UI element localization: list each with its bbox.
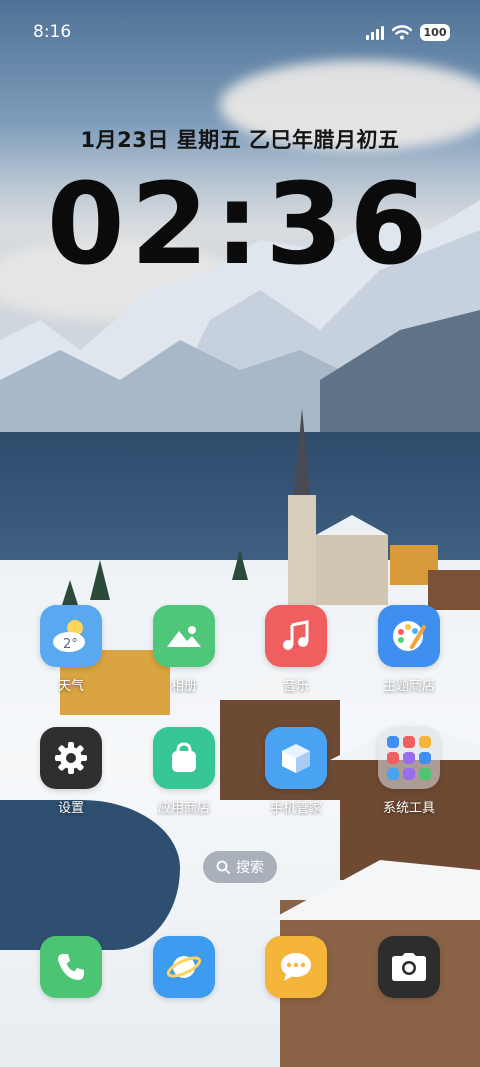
dock-messages[interactable] bbox=[265, 936, 327, 998]
gear-icon[interactable] bbox=[40, 727, 102, 789]
search-button[interactable]: 搜索 bbox=[203, 851, 277, 883]
security-icon[interactable] bbox=[265, 727, 327, 789]
search-label: 搜索 bbox=[236, 860, 264, 876]
battery-icon: 100 bbox=[420, 24, 450, 41]
svg-text:2°: 2° bbox=[63, 637, 78, 652]
app-system-tools-folder[interactable]: 系统工具 bbox=[364, 727, 454, 816]
app-gallery[interactable]: 相册 bbox=[139, 605, 229, 694]
app-weather[interactable]: 2° 天气 bbox=[26, 605, 116, 694]
app-settings[interactable]: 设置 bbox=[26, 727, 116, 816]
dock-phone[interactable] bbox=[40, 936, 102, 998]
wifi-icon bbox=[392, 25, 412, 40]
dock-camera[interactable] bbox=[378, 936, 440, 998]
app-label: 相册 bbox=[170, 679, 197, 694]
folder-icon[interactable] bbox=[378, 727, 440, 789]
status-bar: 8:16 100 bbox=[0, 0, 480, 66]
status-icons: 100 bbox=[366, 24, 450, 41]
dock-browser[interactable] bbox=[153, 936, 215, 998]
weather-icon[interactable]: 2° bbox=[40, 605, 102, 667]
date-line: 1月23日 星期五 乙巳年腊月初五 bbox=[80, 128, 400, 152]
app-label: 天气 bbox=[57, 679, 84, 694]
messages-icon[interactable] bbox=[265, 936, 327, 998]
browser-icon[interactable] bbox=[153, 936, 215, 998]
camera-icon[interactable] bbox=[378, 936, 440, 998]
search-icon bbox=[216, 860, 230, 874]
app-label: 主题商店 bbox=[382, 679, 435, 694]
status-time: 8:16 bbox=[33, 22, 72, 42]
app-label: 系统工具 bbox=[382, 801, 435, 816]
app-music[interactable]: 音乐 bbox=[251, 605, 341, 694]
gallery-icon[interactable] bbox=[153, 605, 215, 667]
app-theme-store[interactable]: 主题商店 bbox=[364, 605, 454, 694]
app-label: 应用商店 bbox=[157, 801, 210, 816]
signal-icon bbox=[366, 25, 384, 40]
app-store-icon[interactable] bbox=[153, 727, 215, 789]
phone-icon[interactable] bbox=[40, 936, 102, 998]
clock: 02:36 bbox=[46, 160, 434, 290]
app-label: 音乐 bbox=[282, 679, 309, 694]
theme-store-icon[interactable] bbox=[378, 605, 440, 667]
app-app-store[interactable]: 应用商店 bbox=[139, 727, 229, 816]
app-security[interactable]: 手机管家 bbox=[251, 727, 341, 816]
app-label: 设置 bbox=[57, 801, 84, 816]
app-label: 手机管家 bbox=[269, 801, 322, 816]
music-icon[interactable] bbox=[265, 605, 327, 667]
